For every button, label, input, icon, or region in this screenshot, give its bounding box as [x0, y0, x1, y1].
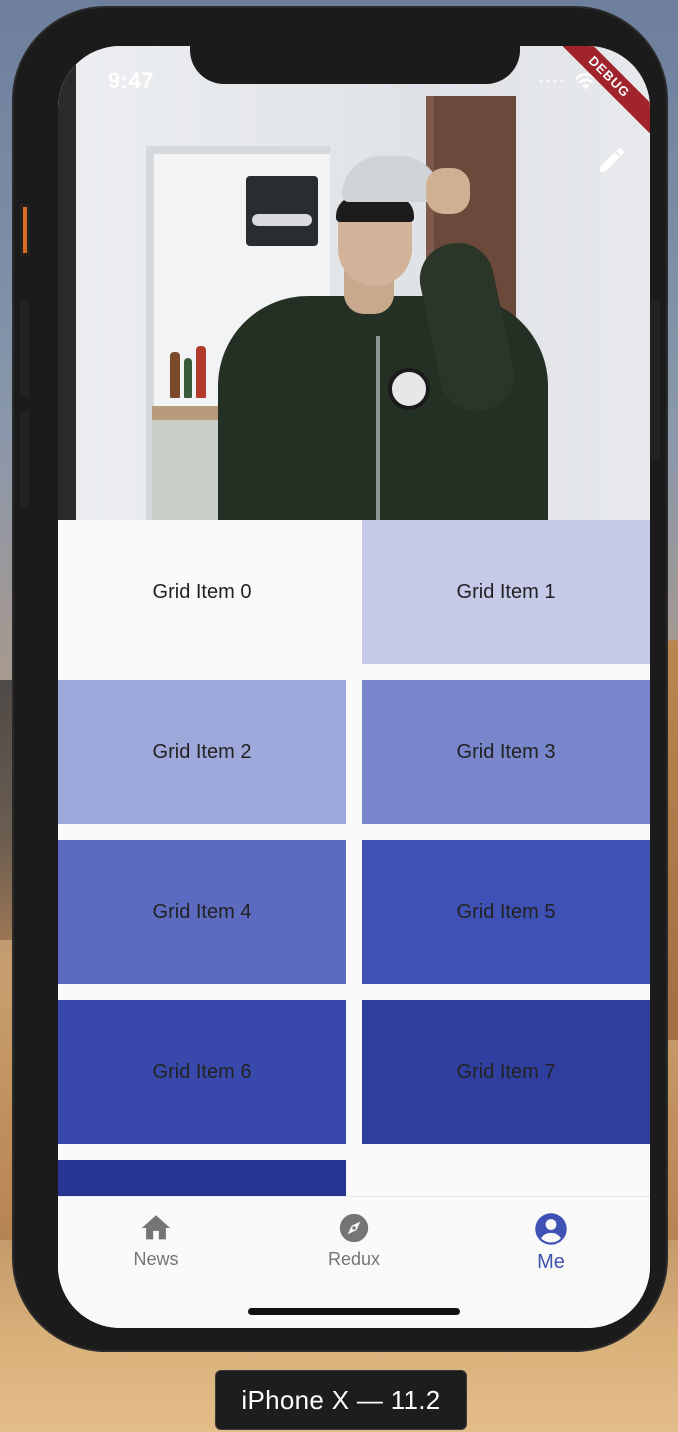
nav-item-label: News: [133, 1249, 179, 1269]
grid-item[interactable]: Grid Item 0: [58, 520, 346, 664]
grid-item-label: Grid Item 7: [456, 1060, 556, 1083]
grid-item-label: Grid Item 3: [456, 740, 556, 763]
nav-item-me[interactable]: Me: [471, 1211, 631, 1281]
nav-item-label: Redux: [327, 1249, 381, 1269]
edit-profile-button[interactable]: [594, 142, 630, 178]
status-bar-icons: [539, 72, 598, 90]
status-bar-time: 9:47: [108, 68, 155, 93]
grid-item[interactable]: Grid Item 7: [362, 1000, 650, 1144]
device-screen: 9:47 DEBUG Grid Item 0 Grid Item 1 Grid …: [58, 46, 650, 1328]
grid-item[interactable]: Grid Item 4: [58, 840, 346, 984]
grid-item-label: Grid Item 6: [152, 1060, 252, 1083]
grid-item[interactable]: Grid Item 5: [362, 840, 650, 984]
nav-item-news[interactable]: News: [76, 1211, 236, 1281]
silent-switch: [20, 204, 30, 256]
home-indicator[interactable]: [248, 1308, 460, 1315]
grid-view[interactable]: Grid Item 0 Grid Item 1 Grid Item 2 Grid…: [58, 520, 650, 1196]
grid-item[interactable]: Grid Item 2: [58, 680, 346, 824]
grid-item-label: Grid Item 4: [152, 900, 252, 923]
nav-item-label: Me: [537, 1251, 565, 1273]
account-circle-icon: [535, 1213, 567, 1245]
simulator-device-frame: 9:47 DEBUG Grid Item 0 Grid Item 1 Grid …: [14, 8, 666, 1350]
simulator-device-label: iPhone X — 11.2: [215, 1370, 467, 1430]
grid-item[interactable]: Grid Item 1: [362, 520, 650, 664]
grid-item-label: Grid Item 5: [456, 900, 556, 923]
volume-up-button: [20, 301, 30, 397]
device-notch: [190, 38, 520, 84]
grid-item-label: Grid Item 1: [456, 580, 556, 603]
grid-item[interactable]: Grid Item 3: [362, 680, 650, 824]
grid-item[interactable]: Grid Item 6: [58, 1000, 346, 1144]
grid-item-label: Grid Item 0: [152, 580, 252, 603]
grid-item[interactable]: [58, 1160, 346, 1196]
cellular-signal-icon: [539, 79, 564, 83]
pencil-icon: [600, 147, 625, 172]
compass-icon: [339, 1213, 369, 1243]
home-icon: [141, 1215, 171, 1240]
power-button: [650, 300, 660, 460]
profile-header-photo: [58, 46, 650, 520]
nav-item-redux[interactable]: Redux: [274, 1211, 434, 1281]
grid-item-label: Grid Item 2: [152, 740, 252, 763]
volume-down-button: [20, 411, 30, 507]
